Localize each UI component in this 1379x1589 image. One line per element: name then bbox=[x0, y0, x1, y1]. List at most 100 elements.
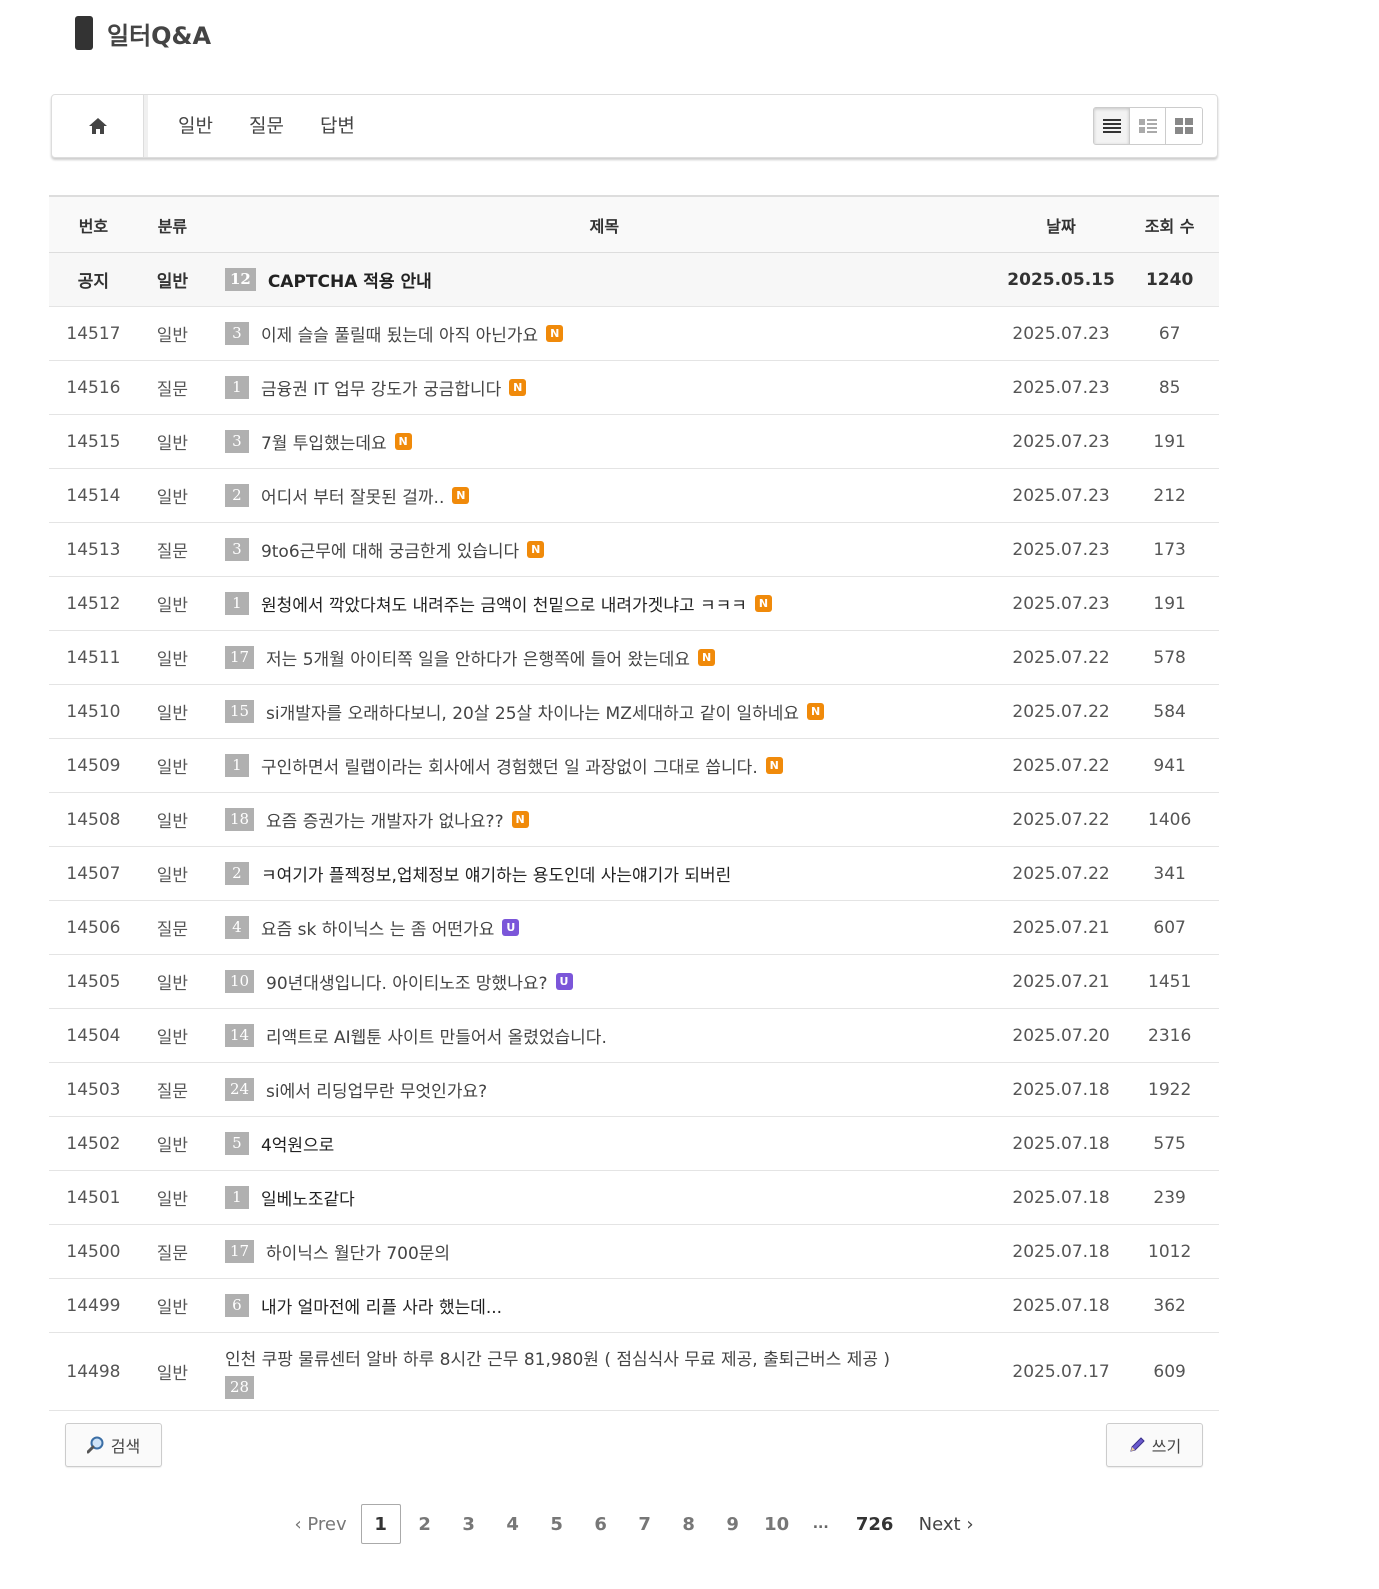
notice-row: 공지 일반 12 CAPTCHA 적용 안내 2025.05.15 1240 bbox=[49, 253, 1219, 307]
category-navbar: 일반 질문 답변 bbox=[51, 94, 1218, 158]
post-list-table: 번호 분류 제목 날짜 조회 수 공지 일반 12 CAPTCHA 적용 안내 2025… bbox=[49, 195, 1219, 1411]
post-number: 14498 bbox=[66, 1361, 121, 1382]
comment-count-badge[interactable]: 12 bbox=[224, 268, 256, 291]
post-title-link[interactable]: 4억원으로 bbox=[261, 1131, 334, 1156]
page-link[interactable]: 8 bbox=[669, 1504, 709, 1544]
post-title-link[interactable]: 내가 얼마전에 리플 사라 했는데... bbox=[261, 1293, 502, 1318]
home-button[interactable] bbox=[52, 95, 144, 157]
post-date: 2025.07.18 bbox=[1012, 1187, 1110, 1208]
comment-count-badge[interactable]: 3 bbox=[224, 322, 249, 345]
page-link[interactable]: 3 bbox=[449, 1504, 489, 1544]
comment-count-badge[interactable]: 1 bbox=[224, 592, 249, 615]
page-link[interactable]: 4 bbox=[493, 1504, 533, 1544]
write-button[interactable]: 쓰기 bbox=[1106, 1423, 1203, 1467]
new-post-icon: N bbox=[765, 757, 783, 774]
table-header: 번호 분류 제목 날짜 조회 수 bbox=[49, 197, 1219, 253]
post-title-link[interactable]: si에서 리딩업무란 무엇인가요? bbox=[266, 1077, 487, 1102]
comment-count-badge[interactable]: 15 bbox=[224, 700, 255, 723]
tab-question[interactable]: 질문 bbox=[249, 111, 300, 138]
post-views: 575 bbox=[1153, 1133, 1186, 1154]
page-link[interactable]: 10 bbox=[757, 1504, 797, 1544]
new-post-icon: N bbox=[698, 649, 716, 666]
comment-count-badge[interactable]: 3 bbox=[224, 430, 249, 453]
comment-count-badge[interactable]: 2 bbox=[224, 862, 249, 885]
post-number: 14510 bbox=[66, 701, 121, 722]
page-link[interactable]: 2 bbox=[405, 1504, 445, 1544]
page-link[interactable]: 9 bbox=[713, 1504, 753, 1544]
post-date: 2025.07.23 bbox=[1012, 431, 1110, 452]
post-title-cell: 3 9to6근무에 대해 궁금한게 있습니다 N bbox=[207, 537, 1002, 562]
comment-count-badge[interactable]: 28 bbox=[224, 1375, 255, 1399]
next-page-link[interactable]: Next › bbox=[919, 1504, 974, 1544]
post-title-link[interactable]: 요즘 증권가는 개발자가 없나요?? bbox=[266, 807, 504, 832]
post-title-link[interactable]: si개발자를 오래하다보니, 20살 25살 차이나는 MZ세대하고 같이 일하… bbox=[266, 699, 799, 724]
list-view-button[interactable] bbox=[1094, 108, 1130, 144]
post-date: 2025.07.23 bbox=[1012, 323, 1110, 344]
post-views: 362 bbox=[1153, 1295, 1186, 1316]
header-views: 조회 수 bbox=[1144, 216, 1195, 236]
post-category: 일반 bbox=[156, 812, 189, 832]
post-title-cell: 14 리액트로 AI웹툰 사이트 만들어서 올렸었습니다. bbox=[207, 1023, 1002, 1048]
table-row: 14498 일반 인천 쿠팡 물류센터 알바 하루 8시간 근무 81,980원 (… bbox=[49, 1333, 1219, 1411]
post-title-link[interactable]: 7월 투입했는데요 bbox=[261, 429, 387, 454]
post-title-link[interactable]: ㅋ여기가 플젝정보,업체정보 얘기하는 용도인데 사는얘기가 되버린 bbox=[261, 861, 731, 886]
comment-count-badge[interactable]: 5 bbox=[224, 1132, 249, 1155]
tab-answer[interactable]: 답변 bbox=[320, 111, 371, 138]
page-link[interactable]: 6 bbox=[581, 1504, 621, 1544]
table-row: 14511 일반 17 저는 5개월 아이티쪽 일을 안하다가 은행쪽에 들어 왔는데… bbox=[49, 631, 1219, 685]
comment-count-badge[interactable]: 17 bbox=[224, 1240, 255, 1263]
post-title-link[interactable]: CAPTCHA 적용 안내 bbox=[268, 267, 432, 292]
post-number: 14517 bbox=[66, 323, 121, 344]
comment-count-badge[interactable]: 3 bbox=[224, 538, 249, 561]
post-category: 일반 bbox=[156, 596, 189, 616]
comment-count-badge[interactable]: 10 bbox=[224, 970, 255, 993]
post-number: 14512 bbox=[66, 593, 121, 614]
post-title-cell: 1 일베노조같다 bbox=[207, 1185, 1002, 1210]
page-link[interactable]: 5 bbox=[537, 1504, 577, 1544]
comment-count-badge[interactable]: 1 bbox=[224, 1186, 249, 1209]
post-title-link[interactable]: 일베노조같다 bbox=[261, 1185, 355, 1210]
page-link[interactable]: 7 bbox=[625, 1504, 665, 1544]
post-views: 1451 bbox=[1148, 971, 1192, 992]
post-title-link[interactable]: 이제 슬슬 풀릴때 됬는데 아직 아닌가요 bbox=[261, 321, 538, 346]
comment-count-badge[interactable]: 2 bbox=[224, 484, 249, 507]
search-button[interactable]: 검색 bbox=[65, 1423, 162, 1467]
post-title-link[interactable]: 리액트로 AI웹툰 사이트 만들어서 올렸었습니다. bbox=[266, 1023, 607, 1048]
post-views: 1406 bbox=[1148, 809, 1192, 830]
list-view-icon bbox=[1102, 119, 1121, 133]
post-title-link[interactable]: 저는 5개월 아이티쪽 일을 안하다가 은행쪽에 들어 왔는데요 bbox=[266, 645, 690, 670]
post-number: 14513 bbox=[66, 539, 121, 560]
post-number: 14501 bbox=[66, 1187, 121, 1208]
write-button-label: 쓰기 bbox=[1151, 1437, 1182, 1456]
prev-page-link[interactable]: ‹ Prev bbox=[294, 1504, 346, 1544]
post-title-link[interactable]: 금융권 IT 업무 강도가 궁금합니다 bbox=[261, 375, 501, 400]
comment-count-badge[interactable]: 14 bbox=[224, 1024, 255, 1047]
post-views: 173 bbox=[1153, 539, 1186, 560]
post-title-link[interactable]: 하이닉스 월단가 700문의 bbox=[266, 1239, 450, 1264]
post-views: 67 bbox=[1158, 323, 1181, 344]
post-title-link[interactable]: 9to6근무에 대해 궁금한게 있습니다 bbox=[261, 537, 519, 562]
post-title-link[interactable]: 요즘 sk 하이닉스 는 좀 어떤가요 bbox=[261, 915, 494, 940]
comment-count-badge[interactable]: 24 bbox=[224, 1078, 255, 1101]
webzine-view-button[interactable] bbox=[1130, 108, 1166, 144]
comment-count-badge[interactable]: 1 bbox=[224, 376, 249, 399]
post-title-link[interactable]: 구인하면서 릴랩이라는 회사에서 경험했던 일 과장없이 그대로 씁니다. bbox=[261, 753, 758, 778]
post-views: 239 bbox=[1153, 1187, 1186, 1208]
gallery-view-button[interactable] bbox=[1166, 108, 1202, 144]
post-title-link[interactable]: 어디서 부터 잘못된 걸까.. bbox=[261, 483, 444, 508]
comment-count-badge[interactable]: 1 bbox=[224, 754, 249, 777]
header-date: 날짜 bbox=[1046, 216, 1076, 236]
post-title-cell: 2 어디서 부터 잘못된 걸까.. N bbox=[207, 483, 1002, 508]
comment-count-badge[interactable]: 18 bbox=[224, 808, 255, 831]
last-page-link[interactable]: 726 bbox=[855, 1504, 895, 1544]
post-title-link[interactable]: 90년대생입니다. 아이티노조 망했나요? bbox=[266, 969, 547, 994]
post-title-link[interactable]: 인천 쿠팡 물류센터 알바 하루 8시간 근무 81,980원 ( 점심식사 무… bbox=[225, 1345, 890, 1370]
comment-count-badge[interactable]: 17 bbox=[224, 646, 255, 669]
tab-general[interactable]: 일반 bbox=[178, 111, 229, 138]
comment-count-badge[interactable]: 6 bbox=[224, 1294, 249, 1317]
post-date: 2025.07.23 bbox=[1012, 485, 1110, 506]
post-category: 일반 bbox=[156, 272, 189, 292]
page-link-current[interactable]: 1 bbox=[360, 1504, 401, 1544]
post-title-link[interactable]: 원청에서 깍았다쳐도 내려주는 금액이 천밑으로 내려가겟냐고 ㅋㅋㅋ bbox=[261, 591, 747, 616]
comment-count-badge[interactable]: 4 bbox=[224, 916, 249, 939]
